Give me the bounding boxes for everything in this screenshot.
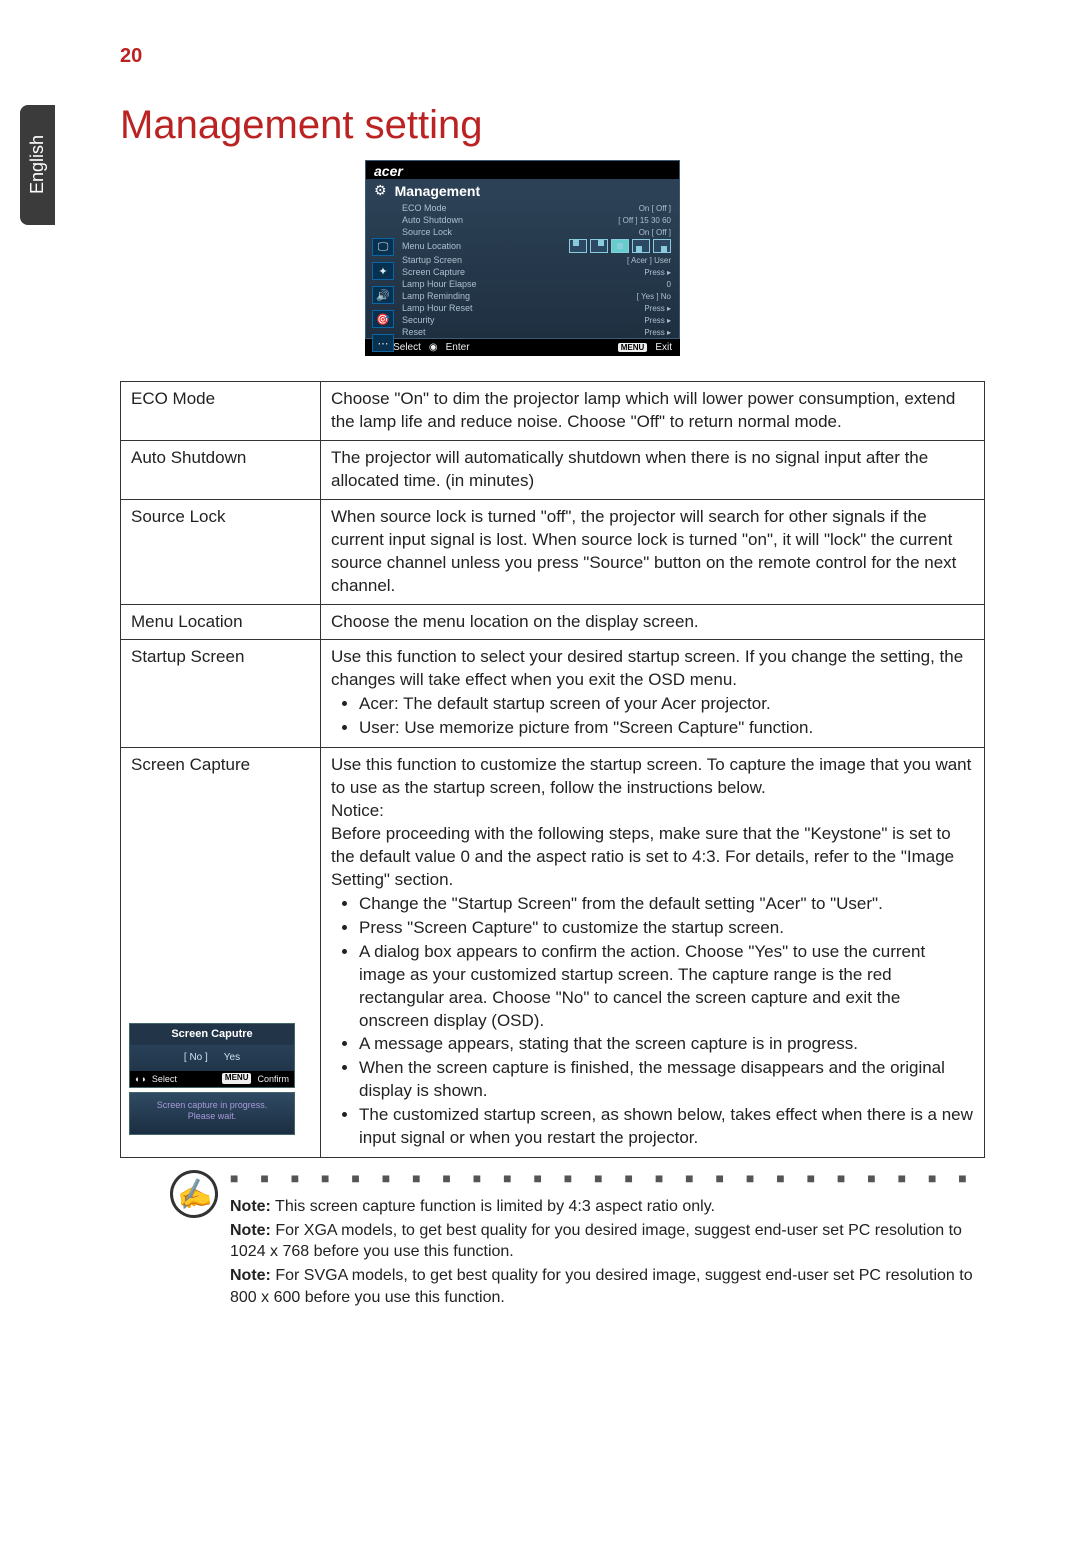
note-block: ✍ ■ ■ ■ ■ ■ ■ ■ ■ ■ ■ ■ ■ ■ ■ ■ ■ ■ ■ ■ …: [230, 1170, 985, 1308]
sc-progress: Screen capture in progress. Please wait.: [129, 1092, 295, 1135]
osd-lhe-label: Lamp Hour Elapse: [402, 279, 500, 289]
note-icon: ✍: [166, 1166, 222, 1222]
osd-icon-5: ⋯: [372, 334, 394, 352]
osd-startup-val: [ Acer ] User: [500, 256, 671, 265]
osd-lremind-val: [ Yes ] No: [500, 292, 671, 301]
cap-b4: A message appears, stating that the scre…: [359, 1033, 974, 1056]
cap-p1: Use this function to customize the start…: [331, 755, 971, 797]
osd-icon-1: 🖵: [372, 238, 394, 256]
startup-b2: User: Use memorize picture from "Screen …: [359, 717, 974, 740]
row-menuloc-v: Choose the menu location on the display …: [321, 604, 985, 640]
osd-title: Management: [395, 183, 481, 199]
osd-auto-val: [ Off ] 15 30 60: [500, 216, 671, 225]
osd-lremind-label: Lamp Reminding: [402, 291, 500, 301]
osd-menuloc-label: Menu Location: [402, 241, 500, 251]
row-auto-k: Auto Shutdown: [121, 440, 321, 499]
row-srclock-v: When source lock is turned "off", the pr…: [321, 499, 985, 604]
page-number: 20: [120, 45, 985, 68]
osd-lhe-val: 0: [500, 280, 671, 289]
osd-icon-4: 🎯: [372, 310, 394, 328]
n1a: Note:: [230, 1198, 271, 1215]
row-menuloc-k: Menu Location: [121, 604, 321, 640]
language-label: English: [27, 135, 48, 194]
n3a: Note:: [230, 1267, 271, 1284]
row-startup-v: Use this function to select your desired…: [321, 640, 985, 748]
settings-table: ECO Mode Choose "On" to dim the projecto…: [120, 381, 985, 1158]
osd-lreset-val: Press ▸: [500, 304, 671, 313]
gear-icon: ⚙: [374, 182, 387, 199]
n3b: For SVGA models, to get best quality for…: [230, 1267, 973, 1306]
cap-b5: When the screen capture is finished, the…: [359, 1057, 974, 1103]
osd-startup-label: Startup Screen: [402, 255, 500, 265]
startup-b1: Acer: The default startup screen of your…: [359, 693, 974, 716]
sc-msg2: Please wait.: [136, 1111, 288, 1123]
cap-b6: The customized startup screen, as shown …: [359, 1104, 974, 1150]
osd-auto-label: Auto Shutdown: [402, 215, 500, 225]
osd-srclock-val: On [ Off ]: [500, 228, 671, 237]
sc-menu: MENU: [222, 1073, 252, 1084]
language-tab: English: [20, 105, 55, 225]
page-title: Management setting: [120, 103, 985, 148]
row-eco-k: ECO Mode: [121, 382, 321, 441]
osd-icon-2: ✦: [372, 262, 394, 280]
osd-screenshot: acer ⚙ Management 🖵 ✦ 🔊 🎯 ⋯ ECO ModeOn […: [365, 160, 680, 356]
enter-glyph: ◉: [429, 342, 438, 353]
cap-b1: Change the "Startup Screen" from the def…: [359, 893, 974, 916]
sc-no: [ No ]: [184, 1051, 208, 1065]
osd-eco-label: ECO Mode: [402, 203, 500, 213]
osd-side-icons: 🖵 ✦ 🔊 🎯 ⋯: [372, 238, 400, 352]
capture-k-label: Screen Capture: [131, 755, 250, 774]
osd-capture-label: Screen Capture: [402, 267, 500, 277]
foot-enter: Enter: [446, 342, 470, 353]
sc-nav-glyphs: ◐◑: [135, 1073, 146, 1085]
row-capture-v: Use this function to customize the start…: [321, 748, 985, 1158]
n1b: This screen capture function is limited …: [271, 1198, 715, 1215]
sc-yes: Yes: [224, 1051, 240, 1065]
n2a: Note:: [230, 1222, 271, 1239]
osd-lreset-label: Lamp Hour Reset: [402, 303, 500, 313]
sc-dialog: Screen Caputre [ No ] Yes ◐◑ Select MENU…: [129, 1023, 295, 1087]
osd-capture-val: Press ▸: [500, 268, 671, 277]
cap-b3: A dialog box appears to confirm the acti…: [359, 941, 974, 1033]
row-eco-v: Choose "On" to dim the projector lamp wh…: [321, 382, 985, 441]
row-auto-v: The projector will automatically shutdow…: [321, 440, 985, 499]
osd-icon-3: 🔊: [372, 286, 394, 304]
cap-p2: Notice:: [331, 801, 384, 820]
sc-msg1: Screen capture in progress.: [136, 1100, 288, 1112]
row-srclock-k: Source Lock: [121, 499, 321, 604]
cap-b2: Press "Screen Capture" to customize the …: [359, 917, 974, 940]
sc-title: Screen Caputre: [130, 1024, 294, 1045]
osd-eco-val: On [ Off ]: [500, 204, 671, 213]
n2b: For XGA models, to get best quality for …: [230, 1222, 962, 1261]
dots: ■ ■ ■ ■ ■ ■ ■ ■ ■ ■ ■ ■ ■ ■ ■ ■ ■ ■ ■ ■ …: [230, 1170, 985, 1186]
osd-logo: acer: [366, 161, 679, 179]
startup-intro: Use this function to select your desired…: [331, 647, 963, 689]
foot-menu: MENU: [618, 343, 648, 352]
osd-menuloc-val: [500, 239, 671, 253]
osd-security-label: Security: [402, 315, 500, 325]
osd-security-val: Press ▸: [500, 316, 671, 325]
osd-reset-val: Press ▸: [500, 328, 671, 337]
foot-exit: Exit: [655, 342, 672, 353]
cap-p3: Before proceeding with the following ste…: [331, 824, 954, 889]
osd-reset-label: Reset: [402, 327, 500, 337]
row-startup-k: Startup Screen: [121, 640, 321, 748]
osd-srclock-label: Source Lock: [402, 227, 500, 237]
row-capture-k: Screen Capture Screen Caputre [ No ] Yes…: [121, 748, 321, 1158]
sc-confirm: Confirm: [257, 1073, 289, 1085]
sc-select: Select: [152, 1073, 177, 1085]
